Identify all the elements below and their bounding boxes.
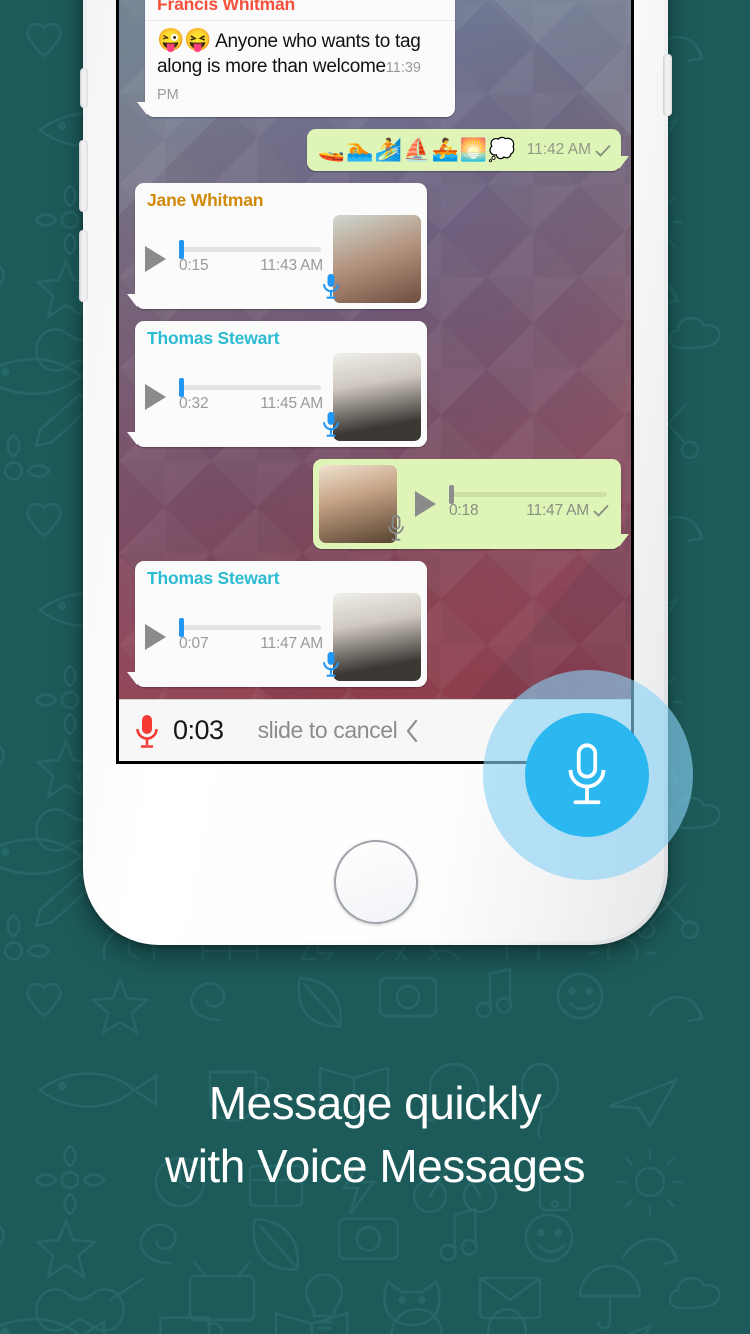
emoji-thought-balloon: 💭	[488, 137, 516, 162]
recording-timer: 0:03	[173, 715, 224, 745]
chevron-left-icon	[407, 719, 418, 742]
emoji-row: 🚤 🏊 🏄 ⛵ 🚣 🌅 💭 11:42 AM	[307, 129, 621, 171]
mic-icon	[323, 651, 339, 677]
message-row[interactable]: Francis Whitman 😜😝 Anyone who wants to t…	[137, 0, 621, 117]
voice-duration: 0:15	[179, 256, 209, 274]
caption: Message quickly with Voice Messages	[0, 1072, 750, 1198]
voice-progress-handle[interactable]	[179, 239, 184, 259]
voice-progress-track[interactable]	[179, 377, 321, 397]
message-emojis: 😜😝	[157, 27, 212, 52]
emoji-sunrise: 🌅	[459, 137, 488, 162]
message-row[interactable]: Thomas Stewart 0:07 11:47 AM	[127, 561, 621, 687]
voice-progress-track[interactable]	[179, 239, 321, 259]
voice-progress-handle[interactable]	[179, 617, 184, 637]
avatar[interactable]	[319, 465, 404, 543]
voice-message-bubble[interactable]: 0:18 11:47 AM	[313, 459, 629, 549]
slide-to-cancel[interactable]: slide to cancel	[258, 717, 420, 744]
power-button[interactable]	[663, 54, 672, 116]
voice-progress-handle[interactable]	[179, 377, 184, 397]
voice-progress-track[interactable]	[179, 617, 321, 637]
volume-up-button[interactable]	[79, 140, 88, 212]
message-text: 😜😝 Anyone who wants to tag along is more…	[145, 21, 455, 117]
message-timestamp: 11:42 AM	[526, 141, 591, 158]
mic-icon	[323, 273, 339, 299]
text-message-bubble[interactable]: Francis Whitman 😜😝 Anyone who wants to t…	[137, 0, 455, 117]
voice-message-bubble[interactable]: Jane Whitman 0:15 11:43 AM	[127, 183, 427, 309]
caption-line-2: with Voice Messages	[164, 1140, 586, 1192]
check-icon	[593, 504, 609, 517]
message-row[interactable]: Thomas Stewart 0:32 11:45 AM	[127, 321, 621, 447]
silent-switch-button[interactable]	[80, 68, 88, 108]
message-timestamp: 11:47 AM	[260, 634, 323, 652]
avatar[interactable]	[323, 353, 421, 441]
caption-line-1: Message quickly	[208, 1077, 542, 1129]
home-button[interactable]	[333, 840, 418, 924]
play-button[interactable]	[145, 246, 166, 272]
message-row[interactable]: 🚤 🏊 🏄 ⛵ 🚣 🌅 💭 11:42 AM	[129, 129, 630, 171]
mic-icon	[388, 515, 404, 541]
emoji-speedboat: 🚤	[317, 137, 346, 162]
message-list[interactable]: 0:09 11:38 PM	[119, 0, 631, 699]
mic-icon-red	[136, 714, 158, 748]
play-button[interactable]	[145, 624, 166, 650]
page-root: 0:09 11:38 PM	[0, 0, 750, 1334]
emoji-swimmer: 🏊	[346, 137, 374, 162]
play-button[interactable]	[145, 384, 166, 410]
slide-to-cancel-label: slide to cancel	[257, 717, 398, 743]
play-button[interactable]	[415, 491, 436, 517]
emoji-message-bubble[interactable]: 🚤 🏊 🏄 ⛵ 🚣 🌅 💭 11:42 AM	[306, 129, 630, 171]
message-sender-name: Francis Whitman	[145, 0, 455, 21]
message-timestamp: 11:45 AM	[260, 394, 323, 412]
phone-screen: 0:09 11:38 PM	[116, 0, 634, 764]
voice-message-bubble[interactable]: Thomas Stewart 0:07 11:47 AM	[127, 561, 427, 687]
emoji-sailboat: ⛵	[403, 137, 431, 162]
message-sender-name: Thomas Stewart	[147, 328, 280, 348]
voice-progress-track[interactable]	[449, 484, 607, 504]
voice-duration: 0:18	[449, 501, 479, 519]
message-sender-name: Jane Whitman	[147, 190, 264, 210]
message-timestamp: 11:47 AM	[526, 501, 589, 519]
chat-screen: 0:09 11:38 PM	[119, 0, 631, 761]
message-timestamp: 11:43 AM	[260, 256, 323, 274]
emoji-surfer: 🏄	[374, 137, 403, 162]
emoji-rowboat: 🚣	[431, 137, 459, 162]
message-row[interactable]: Jane Whitman 0:15 11:43 AM	[127, 183, 621, 309]
check-icon	[595, 144, 611, 157]
record-mic-button[interactable]	[525, 713, 649, 837]
voice-progress-handle[interactable]	[449, 484, 454, 504]
voice-message-bubble[interactable]: Thomas Stewart 0:32 11:45 AM	[127, 321, 427, 447]
volume-down-button[interactable]	[79, 230, 88, 302]
voice-duration: 0:07	[179, 634, 209, 652]
voice-duration: 0:32	[179, 394, 209, 412]
mic-icon	[568, 743, 606, 805]
avatar[interactable]	[323, 593, 421, 681]
avatar[interactable]	[323, 215, 421, 303]
mic-icon	[323, 411, 339, 437]
message-sender-name: Thomas Stewart	[147, 568, 280, 588]
message-row[interactable]: 0:18 11:47 AM	[129, 459, 629, 549]
